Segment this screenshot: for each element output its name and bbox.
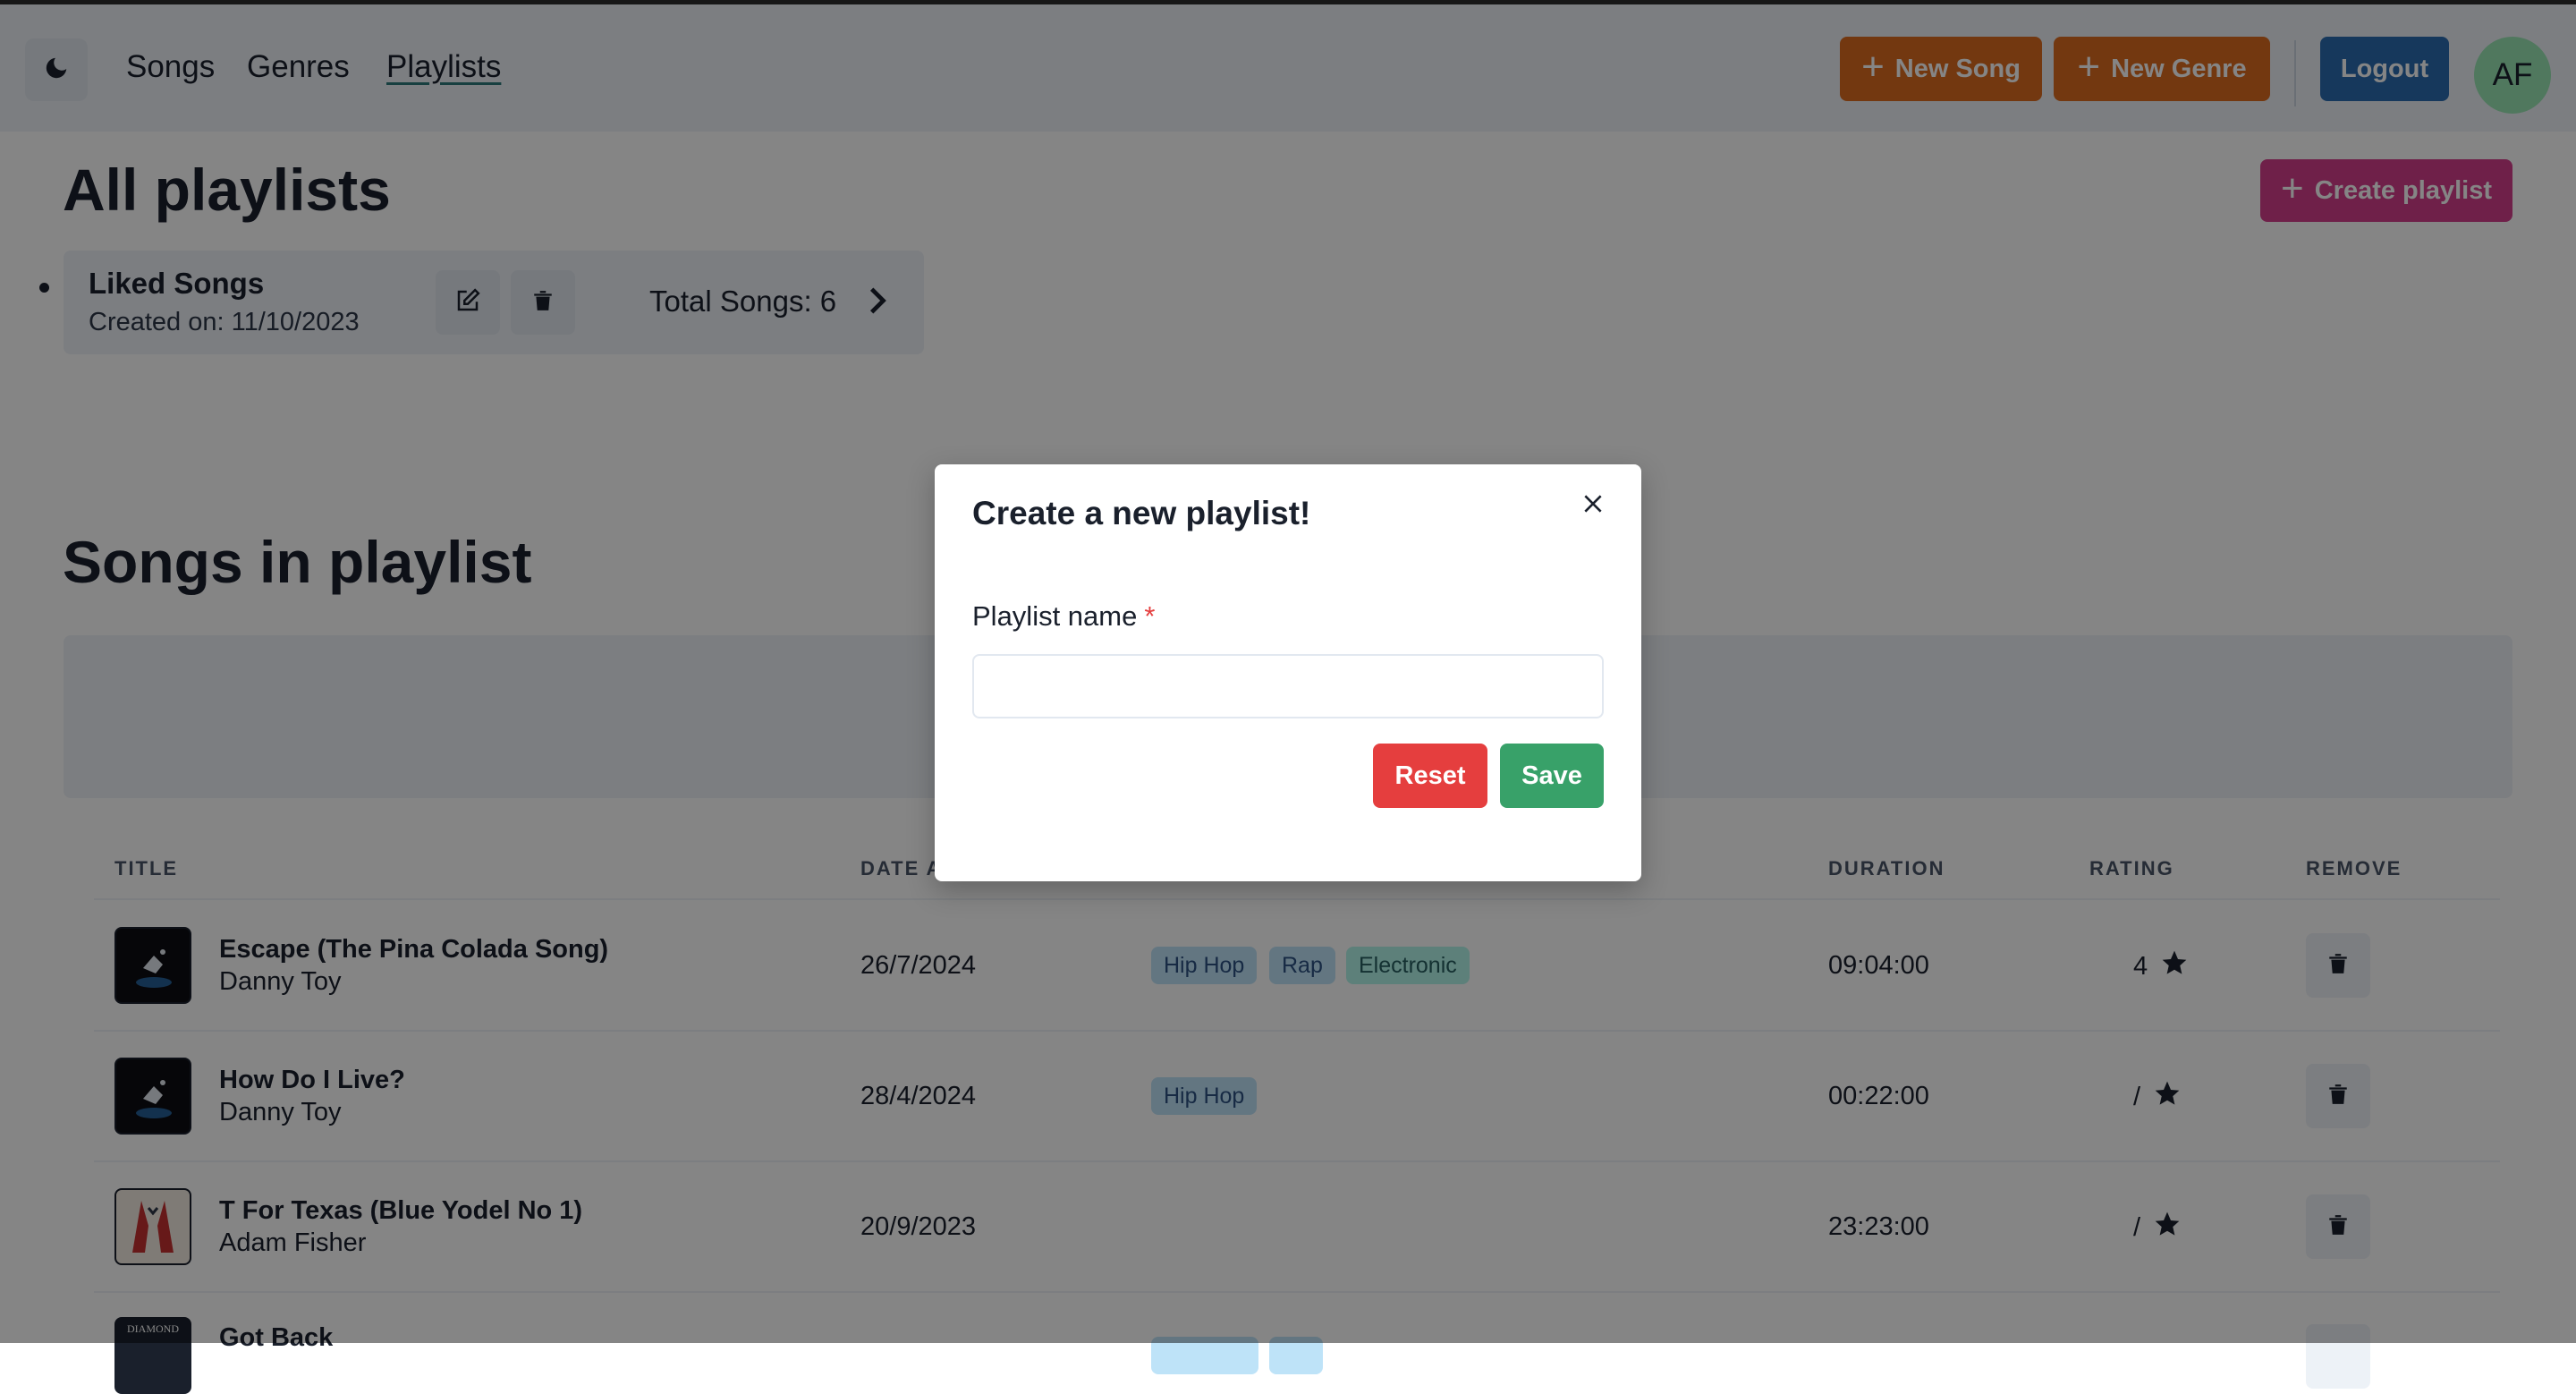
- required-indicator: *: [1144, 600, 1156, 632]
- save-button[interactable]: Save: [1500, 744, 1604, 808]
- field-label-text: Playlist name: [972, 600, 1138, 632]
- playlist-name-label: Playlist name *: [972, 600, 1155, 633]
- modal-title: Create a new playlist!: [972, 495, 1311, 531]
- playlist-name-input[interactable]: [972, 654, 1604, 718]
- create-playlist-modal: Create a new playlist! Playlist name * Re…: [935, 464, 1641, 881]
- close-button[interactable]: [1577, 489, 1609, 522]
- close-icon: [1581, 492, 1605, 520]
- reset-button[interactable]: Reset: [1373, 744, 1487, 808]
